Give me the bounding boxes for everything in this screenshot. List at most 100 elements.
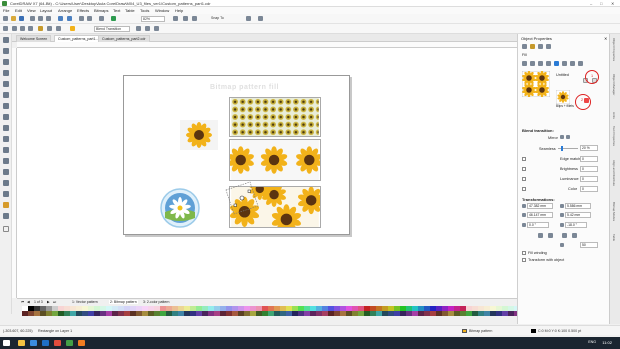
pattern-fill-icon[interactable]: [3, 26, 8, 31]
offset-left-icon[interactable]: [562, 233, 567, 238]
fill-winding-checkbox[interactable]: [522, 251, 526, 255]
tab-welcome-screen[interactable]: Welcome Screen: [16, 35, 52, 42]
menu-tools[interactable]: Tools: [140, 8, 149, 13]
menu-help[interactable]: Help: [175, 8, 183, 13]
transform-with-object-icon[interactable]: [136, 26, 141, 31]
taskbar-browser-icon[interactable]: [30, 340, 37, 346]
docker-close-icon[interactable]: ✕: [604, 36, 607, 41]
pattern-preview-swatch[interactable]: [522, 71, 550, 97]
close-button[interactable]: ✕: [611, 1, 614, 6]
snap-to-dropdown[interactable]: Snap To: [210, 16, 234, 22]
docker-tab-table[interactable]: Table: [612, 234, 616, 241]
start-icon[interactable]: [3, 340, 10, 346]
undo-icon[interactable]: [58, 16, 63, 21]
two-color-pattern-fill-icon[interactable]: [562, 61, 567, 66]
copy-icon[interactable]: [38, 16, 43, 21]
mirror-vertical-icon[interactable]: [566, 135, 570, 139]
eyedropper-tool-icon[interactable]: [3, 191, 9, 197]
cut-icon[interactable]: [30, 16, 35, 21]
transparency-tool-icon[interactable]: [3, 180, 9, 186]
fill-vector-icon[interactable]: [12, 26, 17, 31]
page-tab-bitmap-pattern[interactable]: 2: Bitmap pattern: [109, 300, 138, 304]
system-clock[interactable]: 11:02: [602, 340, 612, 345]
docker-tab-align-distribute[interactable]: Align and Distribute: [612, 160, 616, 186]
outline-tab-icon[interactable]: [522, 44, 527, 49]
daisy-circle-image[interactable]: [160, 188, 200, 228]
docker-tab-object-properties[interactable]: Object Properties: [612, 38, 616, 61]
crop-tool-icon[interactable]: [3, 59, 9, 65]
drop-shadow-tool-icon[interactable]: [3, 169, 9, 175]
document-page[interactable]: Bitmap pattern fill: [123, 75, 350, 235]
docker-tab-bitmap-modes[interactable]: Bitmap Modes: [612, 202, 616, 221]
seamless-slider-handle[interactable]: [561, 146, 563, 151]
menu-edit[interactable]: Edit: [15, 8, 22, 13]
fill-two-color-icon[interactable]: [28, 26, 33, 31]
menu-text[interactable]: Text: [113, 8, 120, 13]
settings-gear-icon[interactable]: [246, 16, 251, 21]
launch-icon[interactable]: [258, 16, 263, 21]
freehand-tool-icon[interactable]: [3, 81, 9, 87]
edge-match-checkbox[interactable]: [522, 157, 526, 161]
page-tab-two-color-pattern[interactable]: 3: 2-color pattern: [143, 300, 169, 304]
menu-effects[interactable]: Effects: [77, 8, 89, 13]
color-checkbox[interactable]: [522, 187, 526, 191]
no-fill-icon[interactable]: [522, 61, 527, 66]
fill-edit-icon[interactable]: [56, 26, 61, 31]
pattern-width-field[interactable]: 47.382 mm: [527, 203, 553, 209]
shape-tool-icon[interactable]: [3, 48, 9, 54]
pattern-skew-field[interactable]: -18.0 °: [565, 222, 587, 228]
luminance-value[interactable]: 0: [580, 176, 598, 182]
menu-view[interactable]: View: [27, 8, 36, 13]
zoom-level-select[interactable]: 82%: [141, 16, 165, 22]
brightness-checkbox[interactable]: [522, 167, 526, 171]
pattern-height-field[interactable]: 46.147 mm: [527, 212, 553, 218]
postscript-fill-icon[interactable]: [578, 61, 583, 66]
smart-fill-tool-icon[interactable]: [3, 213, 9, 219]
parallel-dimension-tool-icon[interactable]: [3, 147, 9, 153]
menu-file[interactable]: File: [3, 8, 9, 13]
taskbar-chrome-icon[interactable]: [54, 340, 61, 346]
taskbar-ie-icon[interactable]: [42, 340, 49, 346]
pattern-y-field[interactable]: 5.42 mm: [565, 212, 591, 218]
seamless-value[interactable]: 20 %: [580, 145, 598, 151]
vector-pattern-fill-icon[interactable]: [546, 61, 551, 66]
rectangle-tool-icon[interactable]: [3, 103, 9, 109]
copy-fill-icon[interactable]: [154, 26, 159, 31]
pattern-tile-handle-frame[interactable]: [220, 176, 264, 220]
prev-page-button[interactable]: ◀: [27, 300, 30, 304]
add-tool-icon[interactable]: [3, 226, 9, 232]
medium-sunflower-pattern-rectangle[interactable]: [229, 139, 321, 181]
grid-icon[interactable]: [192, 16, 197, 21]
language-indicator[interactable]: ENG: [588, 340, 596, 344]
row-offset-icon[interactable]: [538, 233, 543, 238]
brightness-value[interactable]: 0: [580, 166, 598, 172]
pattern-x-field[interactable]: 5.586 mm: [565, 203, 591, 209]
minimize-button[interactable]: –: [590, 1, 592, 6]
mirror-fill-icon[interactable]: [145, 26, 150, 31]
menu-bitmaps[interactable]: Bitmaps: [94, 8, 108, 13]
fill-pick-icon[interactable]: [38, 26, 43, 31]
connector-tool-icon[interactable]: [3, 158, 9, 164]
tab-custom-patterns-part1[interactable]: Custom_patterns_part1...: [54, 35, 103, 42]
transparency-tab-icon[interactable]: [538, 44, 543, 49]
fountain-fill-icon[interactable]: [538, 61, 543, 66]
taskbar-app-icon[interactable]: [78, 340, 85, 346]
fill-tab-icon[interactable]: [530, 44, 535, 49]
page-tab-vector-pattern[interactable]: 1: Vector pattern: [72, 300, 98, 304]
menu-arrange[interactable]: Arrange: [58, 8, 72, 13]
docker-tab-text-properties[interactable]: Text Properties: [612, 126, 616, 146]
pick-tool-icon[interactable]: [3, 37, 9, 43]
menu-layout[interactable]: Layout: [40, 8, 52, 13]
menu-table[interactable]: Table: [125, 8, 135, 13]
mirror-horizontal-icon[interactable]: [560, 135, 564, 139]
maximize-button[interactable]: □: [600, 1, 602, 6]
texture-fill-icon[interactable]: [570, 61, 575, 66]
pattern-rotation-field[interactable]: 0.0 °: [527, 222, 549, 228]
open-icon[interactable]: [11, 16, 16, 21]
next-page-button[interactable]: ▶: [47, 300, 50, 304]
import-icon[interactable]: [79, 16, 84, 21]
summary-tab-icon[interactable]: [546, 44, 551, 49]
rulers-icon[interactable]: [183, 16, 188, 21]
zoom-tool-icon[interactable]: [3, 70, 9, 76]
row-offset-field[interactable]: 50: [580, 242, 598, 248]
